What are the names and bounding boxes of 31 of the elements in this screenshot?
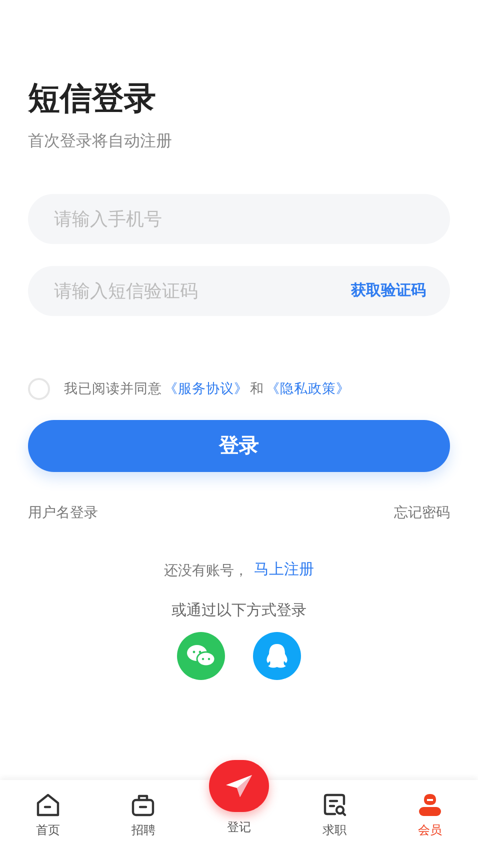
tab-label: 首页 [36,822,60,838]
penguin-icon [265,643,289,669]
tab-label: 求职 [322,822,347,838]
agreement-checkbox[interactable] [28,378,50,400]
qq-login-button[interactable] [253,632,301,680]
agreement-text: 和 [250,380,264,398]
forgot-password-link[interactable]: 忘记密码 [394,502,450,523]
home-icon [34,792,61,818]
get-code-button[interactable]: 获取验证码 [351,281,426,301]
tab-item[interactable]: 招聘 [96,780,192,850]
tab-item[interactable]: 会员 [382,780,478,850]
tab-item[interactable]: 求职 [286,780,382,850]
register-link[interactable]: 马上注册 [254,559,314,582]
policy-link[interactable]: 《服务协议》 [164,378,248,400]
username-login-link[interactable]: 用户名登录 [28,502,98,523]
alt-login-label: 或通过以下方式登录 [170,600,308,620]
tab-label[interactable]: 登记 [226,818,251,836]
document-search-icon [322,792,348,818]
tab-label: 招聘 [131,822,156,838]
phone-field[interactable]: 请输入手机号 [28,194,450,244]
tab-item[interactable]: 首页 [0,780,96,850]
tab-label: 会员 [418,822,442,838]
paper-plane-icon [224,773,254,799]
policy-link[interactable]: 《隐私政策》 [266,378,350,400]
agreement-text: 我已阅读并同意 [64,380,162,398]
page-title: 短信登录 [28,79,157,118]
login-button[interactable]: 登录 [28,420,450,472]
post-button[interactable] [208,760,269,812]
wechat-login-button[interactable] [177,632,225,680]
subtitle: 首次登录将自动注册 [28,132,173,152]
register-prompt: 还没有账号， [164,560,248,580]
